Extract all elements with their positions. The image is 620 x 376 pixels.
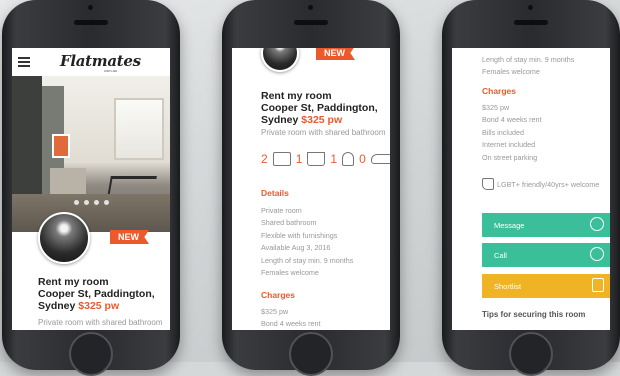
- listing-subtitle: Private room with shared bathroom: [261, 128, 386, 137]
- menu-icon[interactable]: [18, 57, 30, 67]
- call-button[interactable]: Call: [482, 243, 610, 267]
- thumbs-up-icon: [482, 178, 494, 190]
- charges-heading: Charges: [482, 86, 517, 96]
- bedrooms-count: 2: [261, 152, 268, 166]
- message-button[interactable]: Message: [482, 213, 610, 237]
- charges-list: $325 pw Bond 4 weeks rent: [261, 307, 321, 329]
- screen-actions: Length of stay min. 9 months Females welc…: [452, 48, 610, 330]
- speaker: [294, 20, 328, 25]
- parking-count: 0: [359, 152, 366, 166]
- camera: [528, 5, 533, 10]
- camera: [88, 5, 93, 10]
- price: $325 pw: [301, 114, 343, 126]
- phone-3: Length of stay min. 9 months Females welc…: [442, 0, 620, 376]
- screen-details: NEW Rent my room Cooper St, Paddington, …: [232, 48, 390, 330]
- new-badge: NEW: [316, 48, 355, 60]
- avatar[interactable]: [38, 212, 90, 264]
- chat-icon: [590, 217, 604, 231]
- price: $325 pw: [78, 300, 120, 312]
- tips-heading: Tips for securing this room: [482, 310, 586, 319]
- carousel-dots[interactable]: [12, 200, 170, 205]
- screen-listing: Flatmates com.au NEW Rent my room Cooper…: [12, 48, 170, 330]
- details-tail: Length of stay min. 9 months Females welc…: [482, 55, 575, 77]
- listing-title: Rent my room Cooper St, Paddington, Sydn…: [38, 276, 155, 312]
- shortlist-button[interactable]: Shortlist: [482, 274, 610, 298]
- new-badge: NEW: [110, 230, 149, 244]
- nav-bar: Flatmates com.au: [12, 48, 170, 76]
- flatmates-count: 1: [330, 152, 338, 166]
- feature-icons: 2 1 1 0: [261, 152, 390, 166]
- lgbt-note: LGBT+ friendly/40yrs+ welcome: [482, 178, 599, 190]
- details-list: Private room Shared bathroom Flexible wit…: [261, 206, 354, 278]
- car-icon: [370, 154, 390, 164]
- avatar[interactable]: [261, 48, 299, 72]
- person-icon: [342, 152, 355, 166]
- speaker: [74, 20, 108, 25]
- home-button[interactable]: [69, 332, 113, 376]
- bathrooms-count: 1: [295, 152, 303, 166]
- bed-icon: [272, 152, 291, 166]
- speaker: [514, 20, 548, 25]
- phone-2: NEW Rent my room Cooper St, Paddington, …: [222, 0, 400, 376]
- charges-list: $325 pw Bond 4 weeks rent Bills included I…: [482, 103, 542, 162]
- listing-subtitle: Private room with shared bathroom: [38, 318, 163, 327]
- logo-sub: com.au: [104, 68, 118, 73]
- home-button[interactable]: [289, 332, 333, 376]
- camera: [308, 5, 313, 10]
- phone-icon: [590, 247, 604, 261]
- bath-icon: [307, 152, 326, 166]
- phone-1: Flatmates com.au NEW Rent my room Cooper…: [2, 0, 180, 376]
- details-heading: Details: [261, 188, 289, 198]
- logo[interactable]: Flatmates: [60, 52, 141, 70]
- list-icon: [592, 278, 604, 292]
- charges-heading: Charges: [261, 290, 296, 300]
- room-photo[interactable]: [12, 76, 170, 232]
- listing-title: Rent my room Cooper St, Paddington, Sydn…: [261, 90, 378, 126]
- home-button[interactable]: [509, 332, 553, 376]
